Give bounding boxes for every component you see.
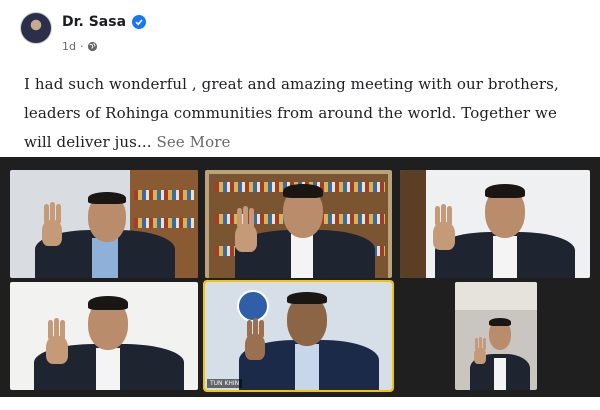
participant [415,184,585,278]
avatar[interactable] [20,12,52,44]
verified-badge-icon [132,15,147,29]
participant-tile-5: TUN KHIN [203,280,394,392]
participant-tile-4 [10,282,198,390]
participant [215,292,385,390]
participant-tile-3 [400,170,590,278]
ceiling [455,282,537,310]
see-more-link[interactable]: See More [156,133,230,151]
meta-separator: · [79,40,84,53]
post-meta: 1d · [62,40,98,53]
participant-tile-2 [205,170,392,278]
participant-tile-1 [10,170,198,278]
globe-icon [87,41,98,52]
post-time[interactable]: 1d [62,40,76,53]
post-header: Dr. Sasa 1d · [20,8,580,58]
participant [20,296,190,390]
post-card: Dr. Sasa 1d · I had such wonderful , gre… [0,0,600,410]
author-row: Dr. Sasa [62,14,147,30]
participant [460,312,535,390]
participant [30,190,180,278]
participant-tile-6 [455,282,537,390]
participant-name-tag: TUN KHIN [207,379,243,388]
video-call-image[interactable]: TUN KHIN [0,157,600,397]
participant [215,184,385,278]
post-text: I had such wonderful , great and amazing… [24,70,579,157]
author-name[interactable]: Dr. Sasa [62,14,126,30]
post-body: I had such wonderful , great and amazing… [24,75,559,151]
